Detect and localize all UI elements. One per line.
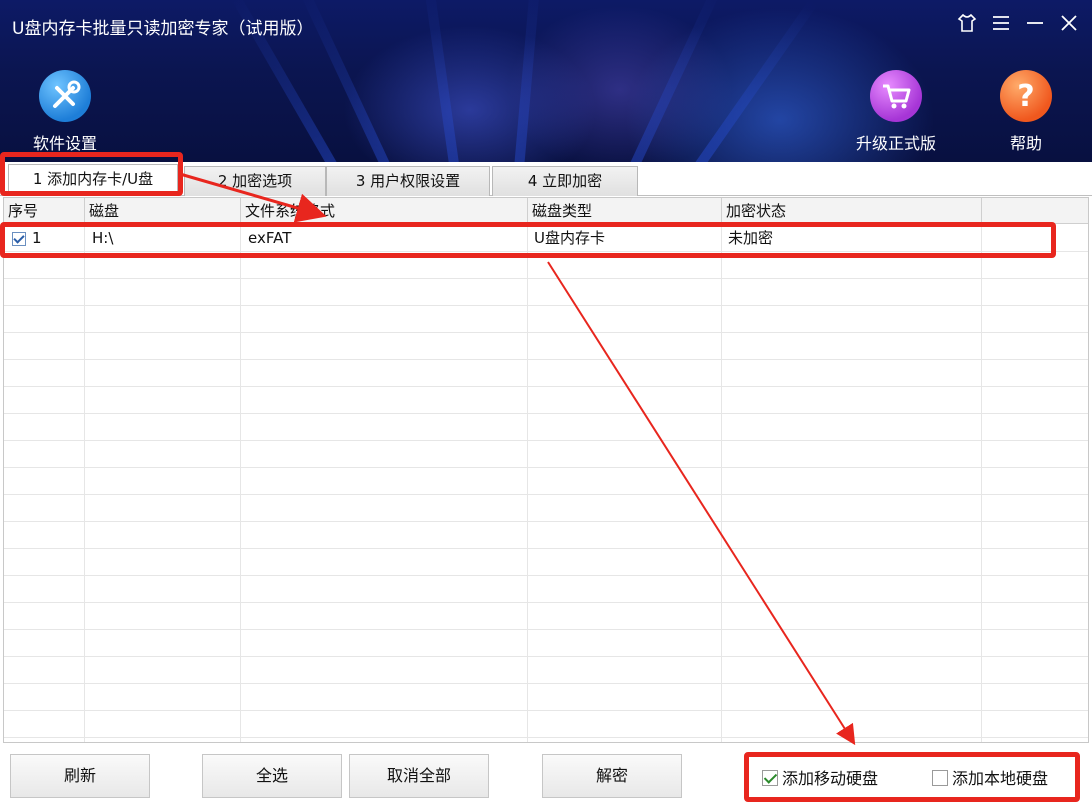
close-icon[interactable] [1058,12,1080,39]
upgrade-label: 升级正式版 [855,134,936,153]
col-encrypt-status[interactable]: 加密状态 [722,198,982,224]
tab-user-permissions[interactable]: 3 用户权限设置 [326,166,490,196]
skin-icon[interactable] [956,12,978,39]
upgrade-button[interactable]: 升级正式版 [848,70,944,154]
minimize-icon[interactable] [1024,12,1046,39]
tab-encrypt-options[interactable]: 2 加密选项 [184,166,326,196]
annotation-highlight-row [0,222,1056,258]
refresh-button[interactable]: 刷新 [10,754,150,798]
svg-text:?: ? [1017,79,1034,114]
help-button[interactable]: ? 帮助 [990,70,1062,154]
tab-encrypt-now[interactable]: 4 立即加密 [492,166,638,196]
col-disk[interactable]: 磁盘 [85,198,241,224]
tools-icon [39,70,91,122]
disk-table: 序号 磁盘 文件系统格式 磁盘类型 加密状态 1 H:\ exFAT U盘内存卡… [3,197,1089,743]
annotation-highlight-tab [0,152,183,196]
col-index[interactable]: 序号 [4,198,85,224]
menu-icon[interactable] [990,12,1012,39]
help-label: 帮助 [1009,134,1042,153]
annotation-highlight-options [744,752,1080,802]
settings-label: 软件设置 [32,134,97,153]
select-all-button[interactable]: 全选 [202,754,342,798]
col-filesystem[interactable]: 文件系统格式 [241,198,528,224]
table-body: 1 H:\ exFAT U盘内存卡 未加密 [4,225,1088,742]
window-title: U盘内存卡批量只读加密专家（试用版） [12,19,314,39]
settings-button[interactable]: 软件设置 [22,70,108,154]
col-disk-type[interactable]: 磁盘类型 [528,198,722,224]
cart-icon [870,70,922,122]
question-icon: ? [1000,70,1052,122]
deselect-all-button[interactable]: 取消全部 [349,754,489,798]
decrypt-button[interactable]: 解密 [542,754,682,798]
table-header: 序号 磁盘 文件系统格式 磁盘类型 加密状态 [4,198,1088,224]
header-banner: U盘内存卡批量只读加密专家（试用版） 软件设置 升级正式版 ? 帮助 [0,0,1092,162]
